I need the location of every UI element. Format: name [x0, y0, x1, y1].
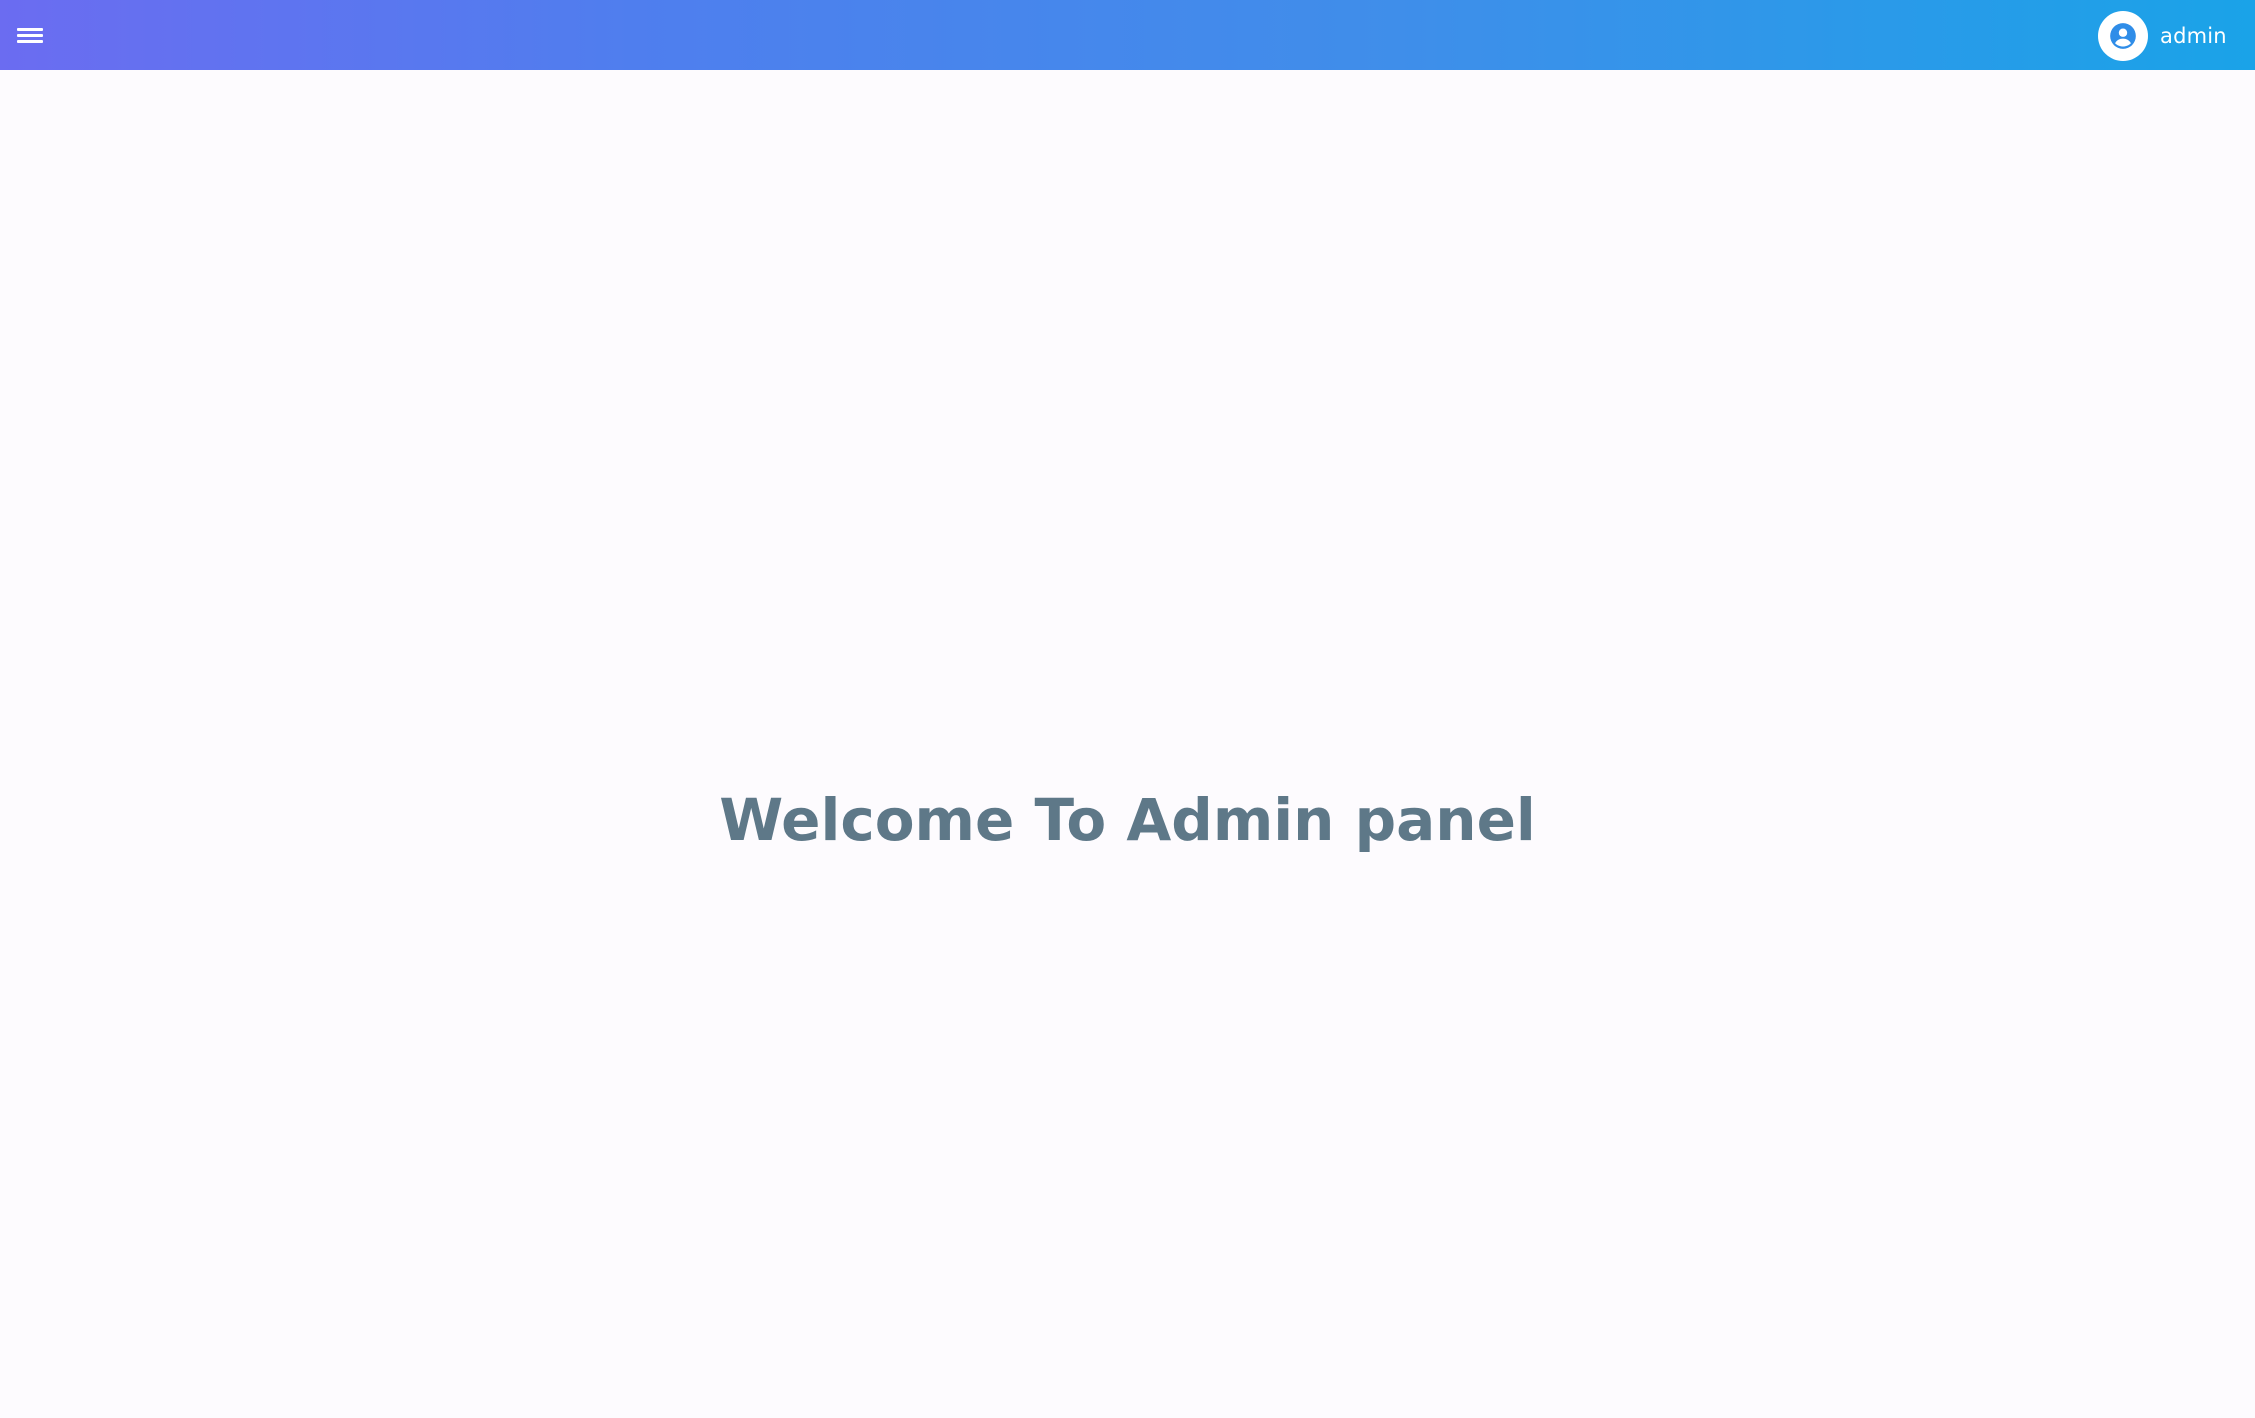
username-label[interactable]: admin: [2160, 24, 2227, 48]
page-title: Welcome To Admin panel: [719, 786, 1536, 854]
top-app-bar: admin: [0, 0, 2255, 70]
hamburger-menu-icon: [17, 28, 43, 43]
menu-button[interactable]: [14, 19, 46, 51]
user-menu[interactable]: admin: [2098, 11, 2227, 61]
app-root: admin Welcome To Admin panel: [0, 0, 2255, 1418]
avatar[interactable]: [2098, 11, 2148, 61]
account-circle-icon: [2110, 23, 2136, 49]
